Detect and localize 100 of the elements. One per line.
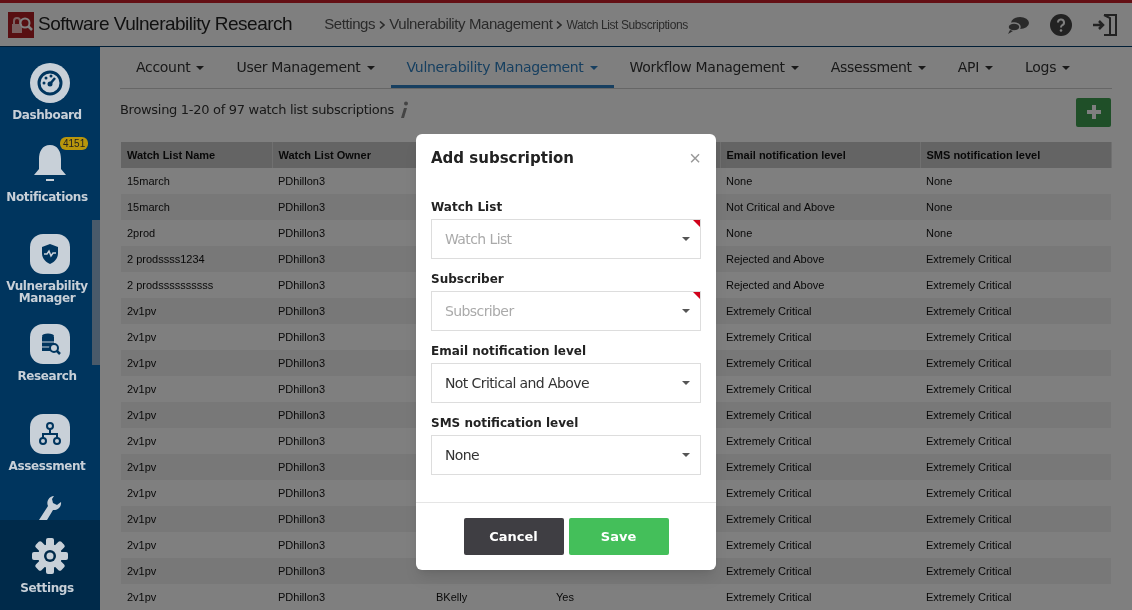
close-button[interactable]: × (689, 148, 701, 168)
table-cell: PDhillon3 (272, 350, 430, 376)
help-icon[interactable] (1050, 13, 1072, 36)
cancel-button[interactable]: Cancel (463, 518, 564, 555)
table-cell: Extremely Critical (720, 480, 920, 506)
table-cell: 2 prodssss1234 (121, 246, 272, 272)
info-icon[interactable] (399, 101, 408, 119)
table-cell: 15march (121, 194, 272, 220)
table-cell: None (920, 168, 1111, 194)
table-cell: Extremely Critical (920, 402, 1111, 428)
caret-icon (682, 309, 690, 313)
table-cell: 2v1pv (121, 428, 272, 454)
database-search-icon (30, 324, 70, 364)
summary-text: Browsing 1-20 of 97 watch list subscriptions (120, 101, 394, 120)
nav-tab[interactable]: User Management (220, 47, 391, 88)
table-cell: Extremely Critical (720, 584, 920, 610)
save-button[interactable]: Save (568, 518, 669, 555)
chevron-icon (379, 20, 386, 29)
breadcrumb-link[interactable]: Settings (324, 13, 376, 36)
select-field[interactable]: None (431, 435, 701, 475)
table-cell: Extremely Critical (720, 454, 920, 480)
table-cell: 2v1pv (121, 376, 272, 402)
table-cell: PDhillon3 (272, 402, 430, 428)
table-cell: Extremely Critical (720, 376, 920, 402)
chat-icon[interactable] (1006, 14, 1030, 35)
field-label: SMS notification level (431, 415, 580, 431)
breadcrumb-link[interactable]: Watch List Subscriptions (566, 15, 688, 34)
table-cell: Extremely Critical (720, 532, 920, 558)
caret-icon (589, 65, 598, 70)
select-field[interactable]: Not Critical and Above (431, 363, 701, 403)
notification-badge: 4151 (60, 137, 89, 150)
caret-icon (196, 65, 205, 70)
table-cell: Extremely Critical (720, 558, 920, 584)
nav-tab[interactable]: API (941, 47, 1010, 88)
table-cell: PDhillon3 (272, 220, 430, 246)
nav-tab[interactable]: Vulnerability Management (390, 47, 614, 88)
gauge-icon (30, 63, 70, 103)
table-cell: Extremely Critical (920, 584, 1111, 610)
table-cell: PDhillon3 (272, 584, 430, 610)
chevron-icon (556, 20, 563, 29)
table-cell: Extremely Critical (920, 506, 1111, 532)
table-cell: Extremely Critical (920, 324, 1111, 350)
table-cell: PDhillon3 (272, 324, 430, 350)
table-cell: Rejected and Above (720, 272, 920, 298)
required-marker (693, 292, 700, 299)
table-cell: 2prod (121, 220, 272, 246)
table-cell: None (920, 220, 1111, 246)
nav-tab[interactable]: Account (120, 47, 221, 88)
caret-icon (985, 65, 994, 70)
shield-icon (30, 234, 70, 274)
table-cell: PDhillon3 (272, 168, 430, 194)
caret-icon (1062, 65, 1071, 70)
table-cell: PDhillon3 (272, 194, 430, 220)
table-cell: Extremely Critical (920, 246, 1111, 272)
sidebar-item[interactable]: Dashboard (0, 47, 100, 135)
nav-tab[interactable]: Logs (1009, 47, 1087, 88)
add-button[interactable] (1076, 97, 1111, 127)
table-cell: Extremely Critical (720, 402, 920, 428)
select-field[interactable]: Watch List (431, 219, 701, 259)
table-cell: Extremely Critical (720, 428, 920, 454)
settings-icon (30, 536, 70, 576)
scrollbar-thumb[interactable] (92, 220, 100, 365)
table-cell: 2v1pv (121, 298, 272, 324)
table-cell: Extremely Critical (920, 272, 1111, 298)
table-cell: Extremely Critical (720, 506, 920, 532)
table-cell: PDhillon3 (272, 480, 430, 506)
table-cell: 2 prodssssssssss (121, 272, 272, 298)
table-cell: Extremely Critical (920, 376, 1111, 402)
table-cell: Extremely Critical (920, 298, 1111, 324)
logo-icon (8, 11, 34, 38)
logout-icon[interactable] (1092, 12, 1118, 37)
table-cell: Extremely Critical (920, 428, 1111, 454)
breadcrumb-link[interactable]: Vulnerability Management (389, 13, 553, 36)
table-cell: PDhillon3 (272, 246, 430, 272)
table-cell: Extremely Critical (920, 532, 1111, 558)
table-cell: Yes (550, 584, 720, 610)
nav-tab[interactable]: Workflow Management (613, 47, 815, 88)
table-cell: 2v1pv (121, 480, 272, 506)
table-cell: PDhillon3 (272, 272, 430, 298)
table-cell: 2v1pv (121, 402, 272, 428)
table-cell: Extremely Critical (720, 298, 920, 324)
table-cell: 15march (121, 168, 272, 194)
table-cell: PDhillon3 (272, 506, 430, 532)
sidebar-item[interactable]: Assessment (0, 400, 100, 490)
caret-icon (790, 65, 799, 70)
sidebar-item[interactable]: Settings (0, 520, 100, 610)
select-field[interactable]: Subscriber (431, 291, 701, 331)
table-cell: Extremely Critical (920, 350, 1111, 376)
nav-tab[interactable]: Assessment (814, 47, 942, 88)
table-cell: PDhillon3 (272, 558, 430, 584)
wrench-icon (38, 494, 62, 520)
field-label: Subscriber (431, 271, 505, 287)
table-cell: PDhillon3 (272, 376, 430, 402)
table-cell: 2v1pv (121, 532, 272, 558)
sidebar-item[interactable]: Notifications 4151 (0, 135, 100, 220)
required-marker (693, 220, 700, 227)
caret-icon (682, 237, 690, 241)
table-cell: 2v1pv (121, 506, 272, 532)
table-cell: None (920, 194, 1111, 220)
caret-icon (366, 65, 375, 70)
